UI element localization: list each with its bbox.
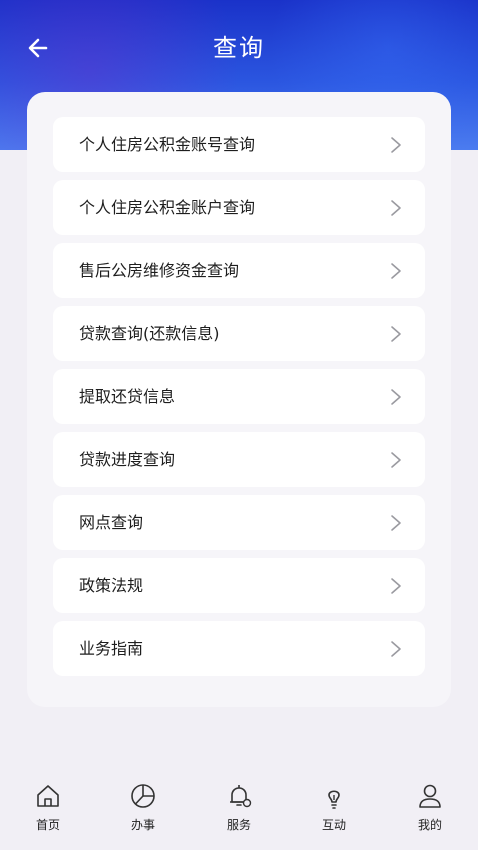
chevron-right-icon [391,578,401,594]
tab-label: 办事 [130,818,155,832]
chevron-right-icon [391,389,401,405]
pie-chart-icon [131,784,155,808]
menu-item-label: 业务指南 [79,639,144,658]
menu-item-label: 政策法规 [79,576,144,595]
tab-home[interactable]: 首页 [0,772,96,850]
page-title: 查询 [213,34,265,62]
tab-label: 首页 [35,818,60,832]
home-icon [37,785,59,807]
menu-item-label: 个人住房公积金账户查询 [79,198,256,217]
menu-item-account-number[interactable]: 个人住房公积金账号查询 [53,117,425,172]
menu-item-maintenance-fund[interactable]: 售后公房维修资金查询 [53,243,425,298]
bell-icon [230,785,252,808]
chevron-right-icon [391,452,401,468]
chevron-right-icon [391,263,401,279]
tab-label: 互动 [321,818,346,832]
menu-item-label: 贷款进度查询 [79,450,176,469]
menu-item-loan-progress[interactable]: 贷款进度查询 [53,432,425,487]
menu-item-business-guide[interactable]: 业务指南 [53,621,425,676]
menu-item-label: 网点查询 [79,513,144,532]
menu-item-loan-query[interactable]: 贷款查询(还款信息) [53,306,425,361]
menu-item-label: 售后公房维修资金查询 [79,261,240,280]
tab-interaction[interactable]: 互动 [286,772,382,850]
user-icon [419,784,441,808]
menu-item-withdrawal-info[interactable]: 提取还贷信息 [53,369,425,424]
chevron-right-icon [391,137,401,153]
menu-item-label: 个人住房公积金账号查询 [79,135,256,154]
menu-item-policies[interactable]: 政策法规 [53,558,425,613]
chevron-right-icon [391,515,401,531]
menu-item-account-info[interactable]: 个人住房公积金账户查询 [53,180,425,235]
chevron-right-icon [391,641,401,657]
tab-profile[interactable]: 我的 [382,772,478,850]
chevron-right-icon [391,326,401,342]
tab-tasks[interactable]: 办事 [95,772,191,850]
tab-label: 服务 [226,818,251,832]
menu-item-outlet-query[interactable]: 网点查询 [53,495,425,550]
bottom-tab-bar: 首页 办事 服务 互动 我的 [0,772,478,850]
tab-label: 我的 [417,818,442,832]
chevron-right-icon [391,200,401,216]
tab-services[interactable]: 服务 [191,772,287,850]
menu-item-label: 贷款查询(还款信息) [79,324,220,343]
menu-item-label: 提取还贷信息 [79,387,176,406]
lightbulb-icon [328,790,340,809]
